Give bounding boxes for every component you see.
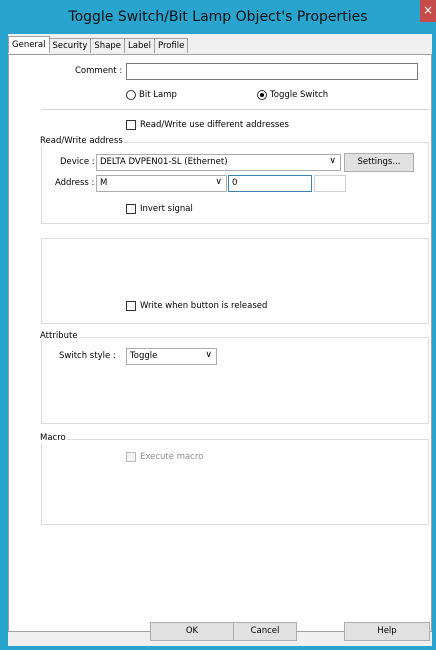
device-select[interactable]: DELTA DVPEN01-SL (Ethernet) ∨: [96, 154, 341, 171]
execute-macro-label: Execute macro: [140, 452, 204, 462]
tab-strip: General Security Shape Label Profile: [8, 36, 189, 54]
dialog-client: General Security Shape Label Profile Com…: [8, 34, 432, 646]
settings-button[interactable]: Settings...: [344, 153, 414, 172]
write-on-release-label: Write when button is released: [140, 301, 268, 311]
chevron-down-icon: ∨: [329, 156, 336, 166]
address-type-select[interactable]: M ∨: [96, 175, 227, 192]
switch-style-label: Switch style :: [59, 351, 116, 361]
window-title: Toggle Switch/Bit Lamp Object's Properti…: [68, 9, 368, 25]
macro-group: [41, 439, 429, 525]
write-on-release-checkbox[interactable]: [126, 301, 136, 311]
comment-input[interactable]: [126, 63, 418, 80]
chevron-down-icon: ∨: [215, 177, 222, 187]
properties-dialog: Toggle Switch/Bit Lamp Object's Properti…: [0, 0, 436, 650]
bit-lamp-radio[interactable]: [126, 90, 136, 100]
chevron-down-icon: ∨: [205, 350, 212, 360]
toggle-switch-radio[interactable]: [257, 90, 267, 100]
close-button[interactable]: ×: [420, 0, 436, 22]
tab-general[interactable]: General: [8, 36, 50, 53]
cancel-button[interactable]: Cancel: [233, 622, 297, 641]
switch-style-select[interactable]: Toggle ∨: [126, 348, 217, 365]
title-bar: Toggle Switch/Bit Lamp Object's Properti…: [0, 0, 436, 34]
address-input[interactable]: 0: [228, 175, 312, 192]
rw-different-checkbox[interactable]: [126, 120, 136, 130]
macro-group-title: Macro: [39, 433, 67, 443]
tab-security[interactable]: Security: [48, 38, 92, 53]
device-label: Device :: [60, 157, 95, 167]
tab-shape[interactable]: Shape: [90, 38, 126, 53]
address-type-value: M: [100, 178, 108, 188]
tab-label[interactable]: Label: [124, 38, 155, 53]
general-tab-panel: Comment : Bit Lamp Toggle Switch Read/Wr…: [8, 54, 432, 632]
help-button[interactable]: Help: [344, 622, 430, 641]
bit-lamp-label: Bit Lamp: [139, 90, 177, 100]
tab-profile[interactable]: Profile: [153, 38, 189, 53]
switch-style-value: Toggle: [130, 351, 158, 361]
toggle-switch-label: Toggle Switch: [270, 90, 329, 100]
attribute-group-title: Attribute: [39, 331, 79, 341]
device-value: DELTA DVPEN01-SL (Ethernet): [100, 157, 228, 167]
address-index-field[interactable]: [314, 175, 346, 192]
invert-signal-checkbox[interactable]: [126, 204, 136, 214]
invert-signal-label: Invert signal: [140, 204, 193, 214]
separator: [41, 109, 429, 110]
rw-address-group-title: Read/Write address: [39, 136, 124, 146]
options-group: [41, 238, 429, 324]
ok-button[interactable]: OK: [150, 622, 234, 641]
comment-label: Comment :: [75, 66, 123, 76]
execute-macro-checkbox[interactable]: [126, 452, 136, 462]
rw-different-label: Read/Write use different addresses: [140, 120, 289, 130]
address-label: Address :: [55, 178, 95, 188]
